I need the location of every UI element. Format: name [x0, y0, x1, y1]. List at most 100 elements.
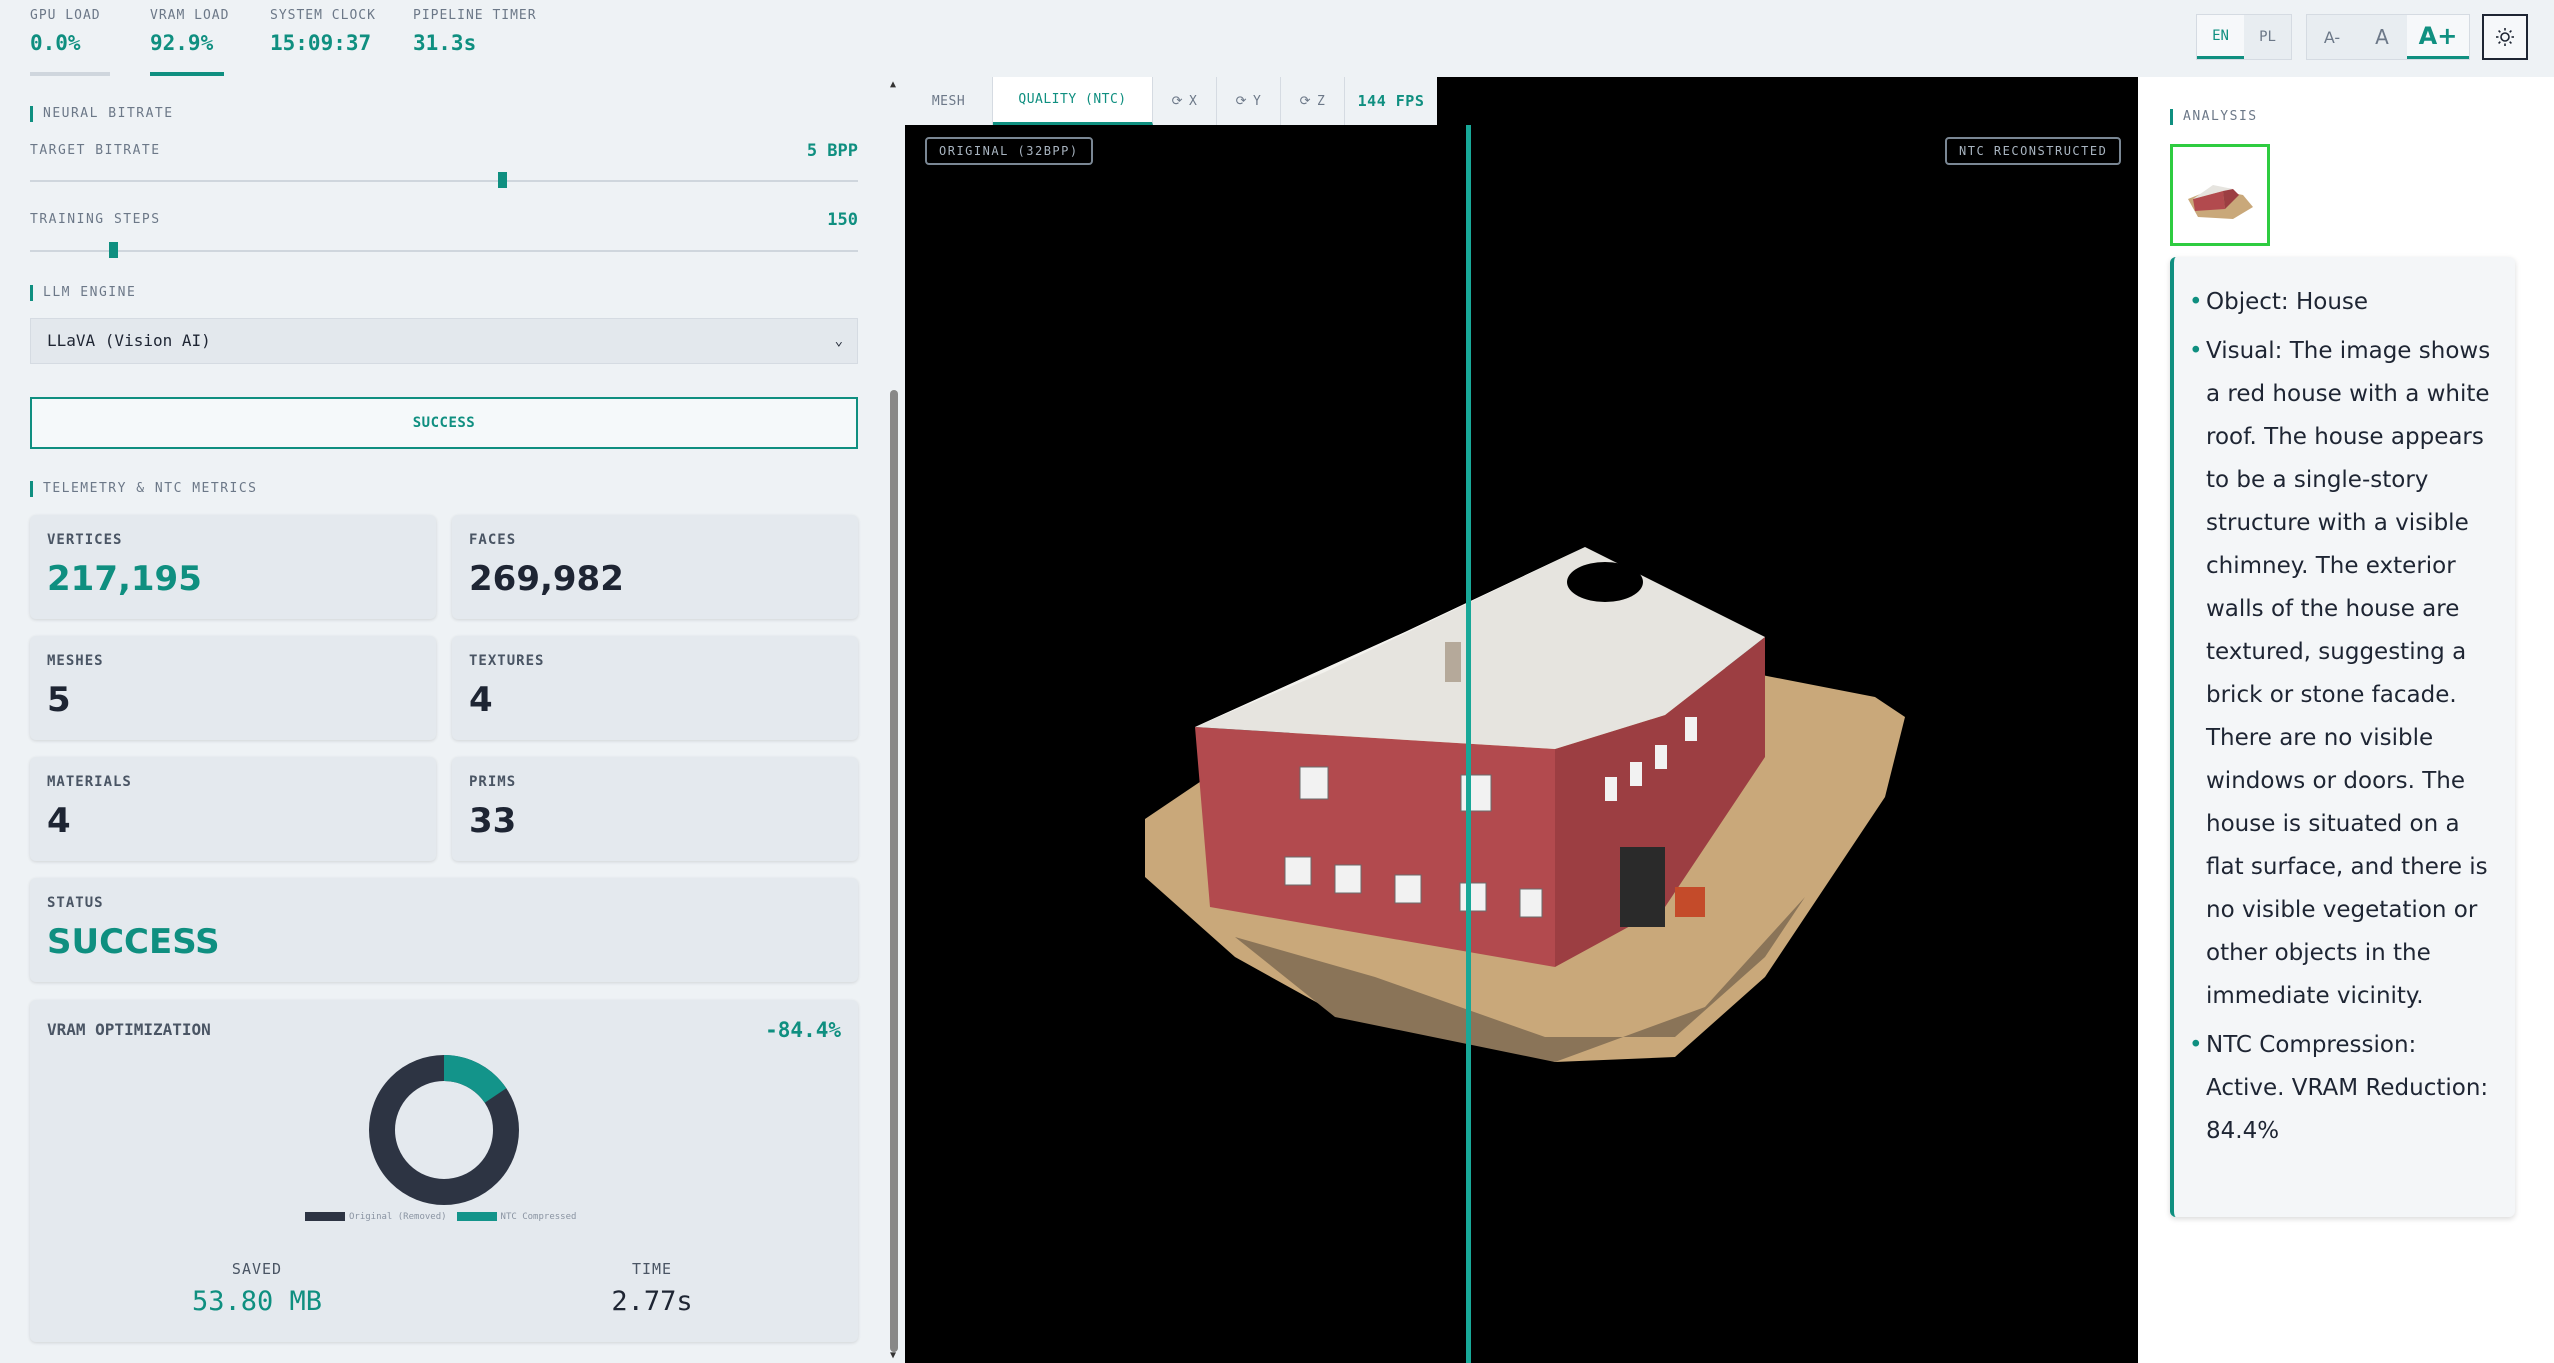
gpu-load-value: 0.0% — [30, 31, 81, 55]
rotate-z-button[interactable]: ⟳ Z — [1281, 77, 1345, 125]
llm-engine-selected: LLaVA (Vision AI) — [47, 331, 211, 350]
textures-card: TEXTURES 4 — [452, 636, 858, 740]
prims-value: 33 — [469, 801, 517, 841]
run-status-button[interactable]: SUCCESS — [30, 397, 858, 449]
rotate-y-label: Y — [1253, 93, 1262, 109]
target-bitrate-label: TARGET BITRATE — [30, 143, 161, 158]
analysis-text-box: Object: House Visual: The image shows a … — [2170, 257, 2515, 1217]
vram-load-bar — [150, 72, 224, 76]
meshes-value: 5 — [47, 680, 71, 720]
legend-original: Original (Removed) — [305, 1212, 447, 1222]
font-normal-button[interactable]: A — [2357, 15, 2407, 59]
top-status-bar: GPU LOAD 0.0% VRAM LOAD 92.9% SYSTEM CLO… — [0, 0, 2554, 77]
rotate-icon: ⟳ — [1299, 93, 1312, 109]
telemetry-title: TELEMETRY & NTC METRICS — [30, 481, 258, 497]
donut-legend: Original (Removed) NTC Compressed — [305, 1212, 576, 1222]
legend-ntc-label: NTC Compressed — [500, 1212, 577, 1222]
font-size-switcher: A- A A+ — [2306, 14, 2470, 60]
analysis-panel: ANALYSIS Object: House Visual: The image… — [2138, 77, 2554, 1363]
rotate-icon: ⟳ — [1235, 93, 1248, 109]
3d-viewport[interactable]: ORIGINAL (32BPP) NTC RECONSTRUCTED — [905, 77, 2138, 1363]
lang-pl-button[interactable]: PL — [2244, 15, 2291, 59]
vertices-card: VERTICES 217,195 — [30, 515, 436, 619]
training-steps-knob[interactable] — [108, 242, 118, 258]
analysis-title: ANALYSIS — [2170, 109, 2258, 125]
pipeline-timer-stat: PIPELINE TIMER 31.3s — [413, 8, 537, 55]
vram-donut-chart — [369, 1055, 519, 1205]
vram-reduction-percent: -84.4% — [765, 1018, 841, 1042]
vram-load-label: VRAM LOAD — [150, 8, 230, 23]
font-smaller-button[interactable]: A- — [2307, 15, 2357, 59]
comparison-split-handle[interactable] — [1466, 125, 1471, 1363]
textures-value: 4 — [469, 680, 493, 720]
llm-engine-select[interactable]: LLaVA (Vision AI) ⌄ — [30, 318, 858, 364]
vertices-label: VERTICES — [47, 532, 123, 548]
pipeline-timer-label: PIPELINE TIMER — [413, 8, 537, 23]
vram-optimization-card: VRAM OPTIMIZATION -84.4% Original (Remov… — [30, 1000, 858, 1342]
rotate-z-label: Z — [1317, 93, 1326, 109]
materials-label: MATERIALS — [47, 774, 132, 790]
control-panel-content: NEURAL BITRATE TARGET BITRATE 5 BPP TRAI… — [0, 77, 880, 1363]
viewport-toolbar: MESH QUALITY (NTC) ⟳ X ⟳ Y ⟳ Z 144 FPS — [905, 77, 1437, 125]
scroll-down-arrow-icon[interactable]: ▼ — [890, 1350, 896, 1361]
tab-mesh[interactable]: MESH — [905, 77, 993, 125]
theme-toggle-button[interactable] — [2482, 14, 2528, 60]
control-panel-scrollbar[interactable]: ▲ ▼ — [888, 77, 900, 1363]
legend-swatch-ntc — [456, 1212, 497, 1221]
vram-load-stat: VRAM LOAD 92.9% — [150, 8, 230, 76]
legend-original-label: Original (Removed) — [349, 1212, 447, 1222]
rotate-icon: ⟳ — [1171, 93, 1184, 109]
training-steps-slider[interactable] — [30, 242, 858, 258]
legend-ntc: NTC Compressed — [456, 1212, 577, 1222]
model-thumbnail[interactable] — [2170, 144, 2270, 246]
system-clock-label: SYSTEM CLOCK — [270, 8, 376, 23]
font-larger-button[interactable]: A+ — [2407, 15, 2469, 59]
vertices-value: 217,195 — [47, 559, 202, 599]
scrollbar-thumb[interactable] — [890, 390, 898, 1352]
system-clock-value: 15:09:37 — [270, 31, 372, 55]
language-switcher: EN PL — [2196, 14, 2292, 60]
prims-card: PRIMS 33 — [452, 757, 858, 861]
rotate-y-button[interactable]: ⟳ Y — [1217, 77, 1281, 125]
time-value: 2.77s — [611, 1286, 693, 1317]
tab-quality-ntc[interactable]: QUALITY (NTC) — [993, 77, 1153, 125]
saved-label: SAVED — [231, 1260, 283, 1278]
materials-card: MATERIALS 4 — [30, 757, 436, 861]
chevron-down-icon: ⌄ — [834, 333, 843, 349]
status-card: STATUS SUCCESS — [30, 878, 858, 982]
target-bitrate-knob[interactable] — [497, 172, 507, 188]
sun-icon — [2496, 28, 2514, 46]
lang-en-button[interactable]: EN — [2197, 15, 2244, 59]
reconstructed-tag: NTC RECONSTRUCTED — [1945, 137, 2122, 165]
pipeline-timer-value: 31.3s — [413, 31, 477, 55]
gpu-load-label: GPU LOAD — [30, 8, 101, 23]
vram-optimization-title: VRAM OPTIMIZATION — [47, 1020, 211, 1039]
rotate-x-label: X — [1189, 93, 1198, 109]
vram-load-value: 92.9% — [150, 31, 214, 55]
system-clock-stat: SYSTEM CLOCK 15:09:37 — [270, 8, 376, 55]
gpu-load-bar — [30, 72, 110, 76]
analysis-item-object: Object: House — [2189, 281, 2493, 324]
status-label: STATUS — [47, 895, 104, 911]
faces-value: 269,982 — [469, 559, 624, 599]
faces-label: FACES — [469, 532, 517, 548]
target-bitrate-value: 5 BPP — [806, 141, 858, 161]
textures-label: TEXTURES — [469, 653, 545, 669]
saved-value: 53.80 MB — [191, 1286, 323, 1317]
time-label: TIME — [631, 1260, 673, 1278]
training-steps-value: 150 — [827, 210, 858, 230]
original-tag: ORIGINAL (32BPP) — [925, 137, 1093, 165]
neural-bitrate-title: NEURAL BITRATE — [30, 106, 174, 122]
legend-swatch-removed — [305, 1212, 345, 1221]
faces-card: FACES 269,982 — [452, 515, 858, 619]
rotate-x-button[interactable]: ⟳ X — [1153, 77, 1217, 125]
control-panel: NEURAL BITRATE TARGET BITRATE 5 BPP TRAI… — [0, 77, 905, 1363]
target-bitrate-slider[interactable] — [30, 172, 858, 188]
fps-counter: 144 FPS — [1357, 92, 1425, 110]
status-value: SUCCESS — [47, 922, 220, 962]
meshes-label: MESHES — [47, 653, 104, 669]
llm-engine-title: LLM ENGINE — [30, 285, 136, 301]
house-thumbnail-image — [2188, 185, 2253, 219]
analysis-item-compression: NTC Compression: Active. VRAM Reduction:… — [2189, 1024, 2493, 1153]
scroll-up-arrow-icon[interactable]: ▲ — [890, 79, 896, 90]
